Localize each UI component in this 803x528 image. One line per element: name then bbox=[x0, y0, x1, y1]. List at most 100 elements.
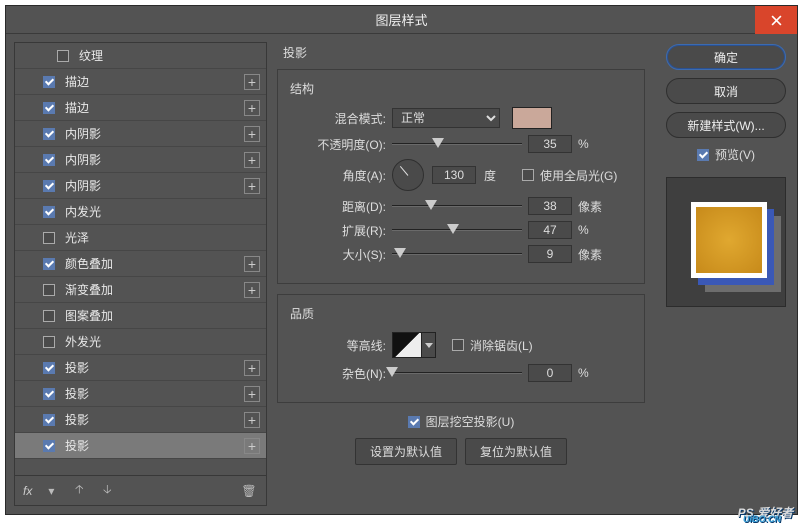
preview-label: 预览(V) bbox=[715, 146, 755, 163]
panel-title: 投影 bbox=[283, 44, 645, 61]
effect-label: 投影 bbox=[65, 437, 244, 454]
effect-checkbox[interactable] bbox=[43, 180, 55, 192]
preview-checkbox[interactable]: 预览(V) bbox=[697, 146, 755, 163]
quality-group: 品质 等高线: 消除锯齿(L) 杂色(N): % bbox=[277, 294, 645, 403]
ok-button[interactable]: 确定 bbox=[666, 44, 786, 70]
effect-row[interactable]: 纹理 bbox=[15, 43, 266, 69]
effect-row[interactable]: 光泽 bbox=[15, 225, 266, 251]
shadow-color-swatch[interactable] bbox=[512, 107, 552, 129]
noise-slider[interactable] bbox=[392, 365, 522, 381]
noise-input[interactable] bbox=[528, 364, 572, 382]
effect-checkbox[interactable] bbox=[57, 50, 69, 62]
add-effect-button[interactable]: + bbox=[244, 126, 260, 142]
effect-label: 颜色叠加 bbox=[65, 255, 244, 272]
effect-label: 外发光 bbox=[65, 333, 260, 350]
blend-mode-select[interactable]: 正常 bbox=[392, 108, 500, 128]
antialias-label: 消除锯齿(L) bbox=[470, 337, 533, 354]
spread-input[interactable] bbox=[528, 221, 572, 239]
chevron-down-icon[interactable]: ▾ bbox=[42, 482, 60, 500]
distance-slider[interactable] bbox=[392, 198, 522, 214]
close-button[interactable] bbox=[755, 6, 797, 34]
effect-row[interactable]: 渐变叠加+ bbox=[15, 277, 266, 303]
opacity-slider[interactable] bbox=[392, 136, 522, 152]
effect-row[interactable]: 内阴影+ bbox=[15, 173, 266, 199]
spread-slider[interactable] bbox=[392, 222, 522, 238]
effect-checkbox[interactable] bbox=[43, 76, 55, 88]
effect-label: 图案叠加 bbox=[65, 307, 260, 324]
global-light-checkbox[interactable]: 使用全局光(G) bbox=[522, 167, 617, 184]
effect-checkbox[interactable] bbox=[43, 258, 55, 270]
effect-row[interactable]: 外发光 bbox=[15, 329, 266, 355]
antialias-checkbox[interactable]: 消除锯齿(L) bbox=[452, 337, 533, 354]
add-effect-button[interactable]: + bbox=[244, 412, 260, 428]
reset-default-button[interactable]: 复位为默认值 bbox=[465, 438, 567, 465]
add-effect-button[interactable]: + bbox=[244, 282, 260, 298]
fx-menu-button[interactable]: fx bbox=[23, 484, 32, 498]
effect-row[interactable]: 描边+ bbox=[15, 95, 266, 121]
noise-label: 杂色(N): bbox=[290, 365, 386, 382]
distance-input[interactable] bbox=[528, 197, 572, 215]
effect-label: 描边 bbox=[65, 73, 244, 90]
global-light-label: 使用全局光(G) bbox=[540, 167, 617, 184]
opacity-unit: % bbox=[578, 137, 608, 151]
effect-checkbox[interactable] bbox=[43, 102, 55, 114]
add-effect-button[interactable]: + bbox=[244, 386, 260, 402]
effect-checkbox[interactable] bbox=[43, 232, 55, 244]
new-style-button[interactable]: 新建样式(W)... bbox=[666, 112, 786, 138]
angle-label: 角度(A): bbox=[290, 167, 386, 184]
add-effect-button[interactable]: + bbox=[244, 438, 260, 454]
distance-unit: 像素 bbox=[578, 198, 608, 215]
right-panel: 确定 取消 新建样式(W)... 预览(V) bbox=[655, 34, 797, 514]
arrow-down-icon[interactable]: 🡣 bbox=[98, 482, 116, 500]
add-effect-button[interactable]: + bbox=[244, 256, 260, 272]
effect-checkbox[interactable] bbox=[43, 154, 55, 166]
arrow-up-icon[interactable]: 🡡 bbox=[70, 482, 88, 500]
effect-row[interactable]: 投影+ bbox=[15, 407, 266, 433]
dialog-window: 图层样式 纹理描边+描边+内阴影+内阴影+内阴影+内发光光泽颜色叠加+渐变叠加+… bbox=[5, 5, 798, 515]
effect-checkbox[interactable] bbox=[43, 128, 55, 140]
distance-label: 距离(D): bbox=[290, 198, 386, 215]
size-slider[interactable] bbox=[392, 246, 522, 262]
contour-dropdown[interactable] bbox=[422, 332, 436, 358]
effect-row[interactable]: 投影+ bbox=[15, 433, 266, 459]
add-effect-button[interactable]: + bbox=[244, 100, 260, 116]
effect-row[interactable]: 内阴影+ bbox=[15, 121, 266, 147]
add-effect-button[interactable]: + bbox=[244, 152, 260, 168]
effect-checkbox[interactable] bbox=[43, 362, 55, 374]
effect-checkbox[interactable] bbox=[43, 336, 55, 348]
effects-list: 纹理描边+描边+内阴影+内阴影+内阴影+内发光光泽颜色叠加+渐变叠加+图案叠加外… bbox=[15, 43, 266, 475]
effect-label: 投影 bbox=[65, 411, 244, 428]
add-effect-button[interactable]: + bbox=[244, 178, 260, 194]
effect-checkbox[interactable] bbox=[43, 414, 55, 426]
effect-checkbox[interactable] bbox=[43, 310, 55, 322]
size-input[interactable] bbox=[528, 245, 572, 263]
opacity-input[interactable] bbox=[528, 135, 572, 153]
effect-checkbox[interactable] bbox=[43, 284, 55, 296]
effect-checkbox[interactable] bbox=[43, 440, 55, 452]
angle-input[interactable] bbox=[432, 166, 476, 184]
contour-label: 等高线: bbox=[290, 337, 386, 354]
effect-label: 描边 bbox=[65, 99, 244, 116]
cancel-button[interactable]: 取消 bbox=[666, 78, 786, 104]
effect-row[interactable]: 内发光 bbox=[15, 199, 266, 225]
effect-row[interactable]: 描边+ bbox=[15, 69, 266, 95]
effect-row[interactable]: 投影+ bbox=[15, 355, 266, 381]
effect-label: 内阴影 bbox=[65, 151, 244, 168]
effect-row[interactable]: 图案叠加 bbox=[15, 303, 266, 329]
watermark: PS 爱好者 UiBO.CN bbox=[738, 504, 793, 522]
effect-label: 内阴影 bbox=[65, 125, 244, 142]
knockout-checkbox[interactable]: 图层挖空投影(U) bbox=[408, 413, 515, 430]
add-effect-button[interactable]: + bbox=[244, 360, 260, 376]
spread-unit: % bbox=[578, 223, 608, 237]
effect-row[interactable]: 投影+ bbox=[15, 381, 266, 407]
effect-checkbox[interactable] bbox=[43, 206, 55, 218]
effect-row[interactable]: 颜色叠加+ bbox=[15, 251, 266, 277]
make-default-button[interactable]: 设置为默认值 bbox=[355, 438, 457, 465]
add-effect-button[interactable]: + bbox=[244, 74, 260, 90]
effect-checkbox[interactable] bbox=[43, 388, 55, 400]
effect-row[interactable]: 内阴影+ bbox=[15, 147, 266, 173]
angle-dial[interactable] bbox=[392, 159, 424, 191]
trash-icon[interactable]: 🗑 bbox=[240, 482, 258, 500]
contour-picker[interactable] bbox=[392, 332, 422, 358]
effects-sidebar: 纹理描边+描边+内阴影+内阴影+内阴影+内发光光泽颜色叠加+渐变叠加+图案叠加外… bbox=[14, 42, 267, 506]
